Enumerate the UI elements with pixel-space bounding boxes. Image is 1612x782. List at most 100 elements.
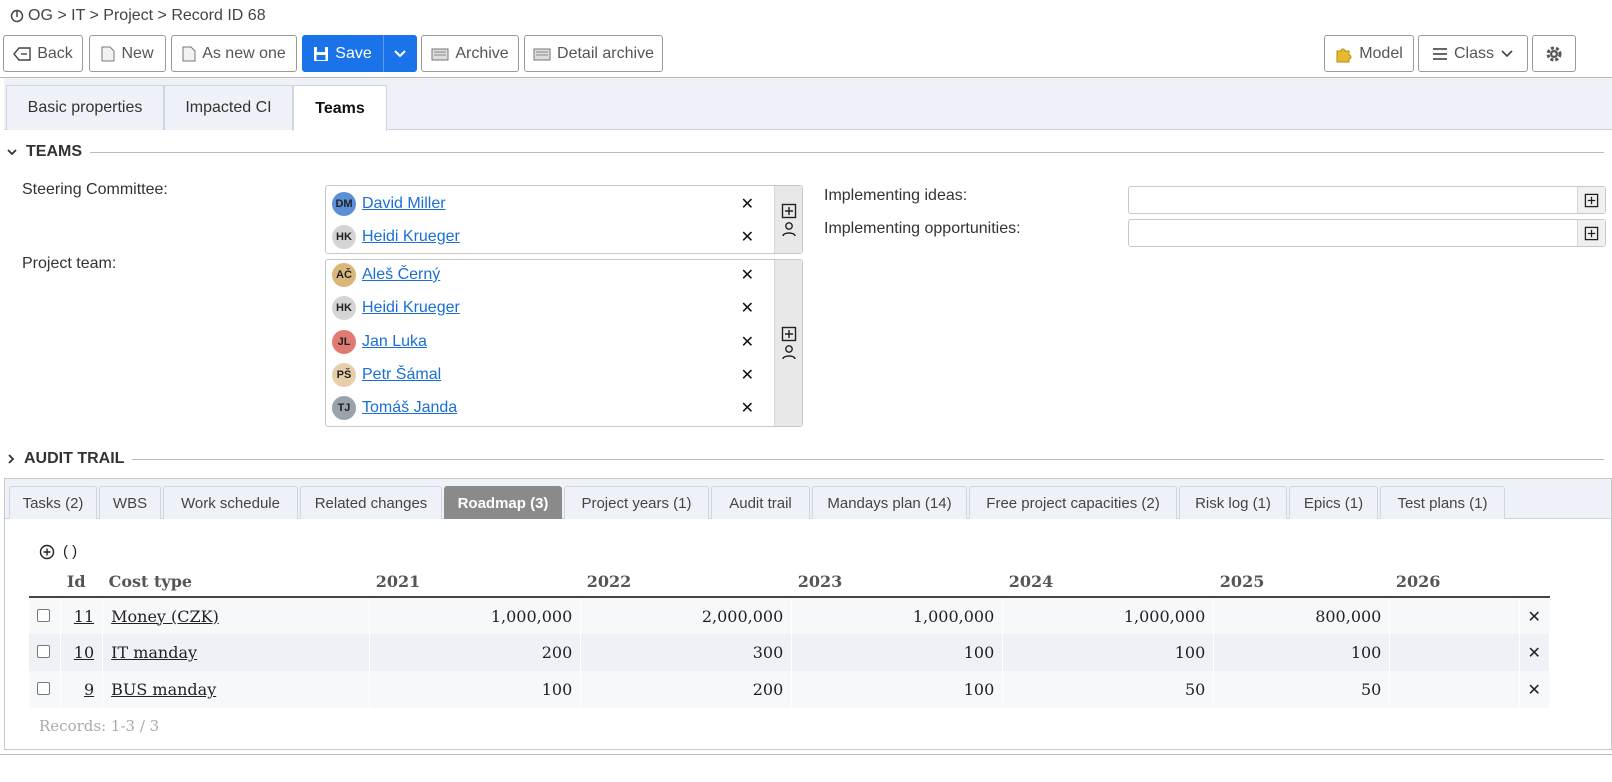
detail-archive-button[interactable]: Detail archive bbox=[524, 35, 663, 72]
remove-icon[interactable]: ✕ bbox=[741, 298, 754, 318]
tab-work-schedule[interactable]: Work schedule bbox=[163, 486, 298, 519]
teams-section-header[interactable]: TEAMS bbox=[6, 143, 1604, 161]
new-button[interactable]: New bbox=[89, 35, 166, 72]
implementing-ideas-field[interactable] bbox=[1128, 186, 1606, 214]
tab-mandays-plan[interactable]: Mandays plan (14) bbox=[812, 486, 967, 519]
header-2025[interactable]: 2025 bbox=[1213, 567, 1390, 598]
avatar: HK bbox=[332, 296, 356, 320]
save-button[interactable]: Save bbox=[302, 35, 383, 72]
remove-icon[interactable]: ✕ bbox=[741, 194, 754, 214]
tab-roadmap[interactable]: Roadmap (3) bbox=[444, 486, 562, 519]
records-count: Records: 1-3 / 3 bbox=[39, 717, 160, 735]
settings-button[interactable] bbox=[1532, 35, 1576, 72]
header-2021[interactable]: 2021 bbox=[369, 567, 581, 598]
bottom-divider bbox=[0, 754, 1612, 755]
audit-trail-section-header[interactable]: AUDIT TRAIL bbox=[6, 450, 1604, 468]
row-delete-icon[interactable]: ✕ bbox=[1519, 634, 1550, 671]
cell-2023: 100 bbox=[791, 671, 1004, 708]
user-icon[interactable] bbox=[781, 221, 797, 237]
row-delete-icon[interactable]: ✕ bbox=[1519, 671, 1550, 708]
class-button[interactable]: Class bbox=[1418, 35, 1528, 72]
tab-project-years[interactable]: Project years (1) bbox=[564, 486, 709, 519]
table-row[interactable]: 11 Money (CZK) 1,000,000 2,000,000 1,000… bbox=[29, 597, 1550, 634]
add-icon bbox=[1584, 226, 1599, 240]
add-opportunity-button[interactable] bbox=[1577, 220, 1605, 246]
add-idea-button[interactable] bbox=[1577, 187, 1605, 213]
implementing-opportunities-label: Implementing opportunities: bbox=[824, 220, 1021, 237]
user-link[interactable]: Tomáš Janda bbox=[362, 399, 457, 417]
row-select[interactable] bbox=[29, 597, 62, 634]
user-link[interactable]: Heidi Krueger bbox=[362, 228, 460, 246]
header-2023[interactable]: 2023 bbox=[791, 567, 1003, 598]
user-link[interactable]: Aleš Černý bbox=[362, 266, 440, 284]
table-row[interactable]: 9 BUS manday 100 200 100 50 50 ✕ bbox=[29, 671, 1550, 708]
tab-basic-properties[interactable]: Basic properties bbox=[6, 85, 164, 130]
user-link[interactable]: Jan Luka bbox=[362, 333, 427, 351]
header-id[interactable]: Id bbox=[60, 567, 103, 598]
row-checkbox[interactable] bbox=[37, 645, 50, 658]
row-id[interactable]: 9 bbox=[60, 671, 104, 708]
row-cost-type[interactable]: Money (CZK) bbox=[102, 597, 371, 634]
tab-free-project-capacities[interactable]: Free project capacities (2) bbox=[969, 486, 1177, 519]
user-link[interactable]: Heidi Krueger bbox=[362, 299, 460, 317]
user-row: HK Heidi Krueger ✕ bbox=[332, 293, 762, 323]
row-checkbox[interactable] bbox=[37, 682, 50, 695]
tab-teams[interactable]: Teams bbox=[293, 85, 387, 131]
audit-trail-section-title: AUDIT TRAIL bbox=[24, 450, 125, 467]
remove-icon[interactable]: ✕ bbox=[741, 265, 754, 285]
add-icon[interactable] bbox=[781, 203, 797, 219]
breadcrumb[interactable]: OG > IT > Project > Record ID 68 bbox=[10, 7, 266, 25]
back-label: Back bbox=[37, 44, 73, 62]
user-link[interactable]: David Miller bbox=[362, 195, 446, 213]
menu-icon bbox=[1432, 47, 1447, 60]
project-team-actions bbox=[774, 260, 802, 426]
user-row: AČ Aleš Černý ✕ bbox=[332, 260, 762, 290]
row-cost-type[interactable]: IT manday bbox=[102, 634, 371, 671]
project-team-box: AČ Aleš Černý ✕ HK Heidi Krueger ✕ JL Ja… bbox=[325, 259, 803, 427]
tab-related-changes[interactable]: Related changes bbox=[300, 486, 442, 519]
avatar: DM bbox=[332, 192, 356, 216]
implementing-opportunities-field[interactable] bbox=[1128, 219, 1606, 247]
header-2022[interactable]: 2022 bbox=[580, 567, 792, 598]
header-2024[interactable]: 2024 bbox=[1002, 567, 1214, 598]
tab-epics[interactable]: Epics (1) bbox=[1289, 486, 1378, 519]
tab-tasks[interactable]: Tasks (2) bbox=[9, 486, 97, 519]
grid-add-label[interactable]: ( ) bbox=[63, 543, 77, 560]
header-2026[interactable]: 2026 bbox=[1389, 567, 1519, 598]
chevron-down-icon bbox=[1501, 49, 1513, 57]
back-button[interactable]: Back bbox=[3, 35, 83, 72]
tab-test-plans[interactable]: Test plans (1) bbox=[1380, 486, 1505, 519]
remove-icon[interactable]: ✕ bbox=[741, 398, 754, 418]
row-delete-icon[interactable]: ✕ bbox=[1519, 597, 1550, 634]
user-icon[interactable] bbox=[781, 344, 797, 360]
cell-2023: 100 bbox=[791, 634, 1004, 671]
remove-icon[interactable]: ✕ bbox=[741, 332, 754, 352]
section-divider bbox=[90, 151, 1604, 153]
model-button[interactable]: Model bbox=[1324, 35, 1414, 72]
tab-audit-trail[interactable]: Audit trail bbox=[711, 486, 810, 519]
row-id[interactable]: 10 bbox=[60, 634, 104, 671]
user-link[interactable]: Petr Šámal bbox=[362, 366, 441, 384]
row-id[interactable]: 11 bbox=[60, 597, 104, 634]
user-row: DM David Miller ✕ bbox=[332, 189, 762, 219]
row-select[interactable] bbox=[29, 634, 62, 671]
header-cost-type[interactable]: Cost type bbox=[102, 567, 370, 598]
as-new-one-button[interactable]: As new one bbox=[171, 35, 297, 72]
row-select[interactable] bbox=[29, 671, 62, 708]
steering-committee-label: Steering Committee: bbox=[22, 181, 168, 198]
add-circle-icon[interactable] bbox=[39, 544, 55, 560]
remove-icon[interactable]: ✕ bbox=[741, 227, 754, 247]
row-cost-type[interactable]: BUS manday bbox=[102, 671, 371, 708]
tab-impacted-ci[interactable]: Impacted CI bbox=[164, 85, 293, 130]
add-icon[interactable] bbox=[781, 326, 797, 342]
tab-wbs[interactable]: WBS bbox=[99, 486, 161, 519]
breadcrumb-path[interactable]: OG > IT > Project > Record ID 68 bbox=[28, 7, 266, 25]
table-row[interactable]: 10 IT manday 200 300 100 100 100 ✕ bbox=[29, 634, 1550, 671]
row-checkbox[interactable] bbox=[37, 608, 50, 622]
cell-2025: 100 bbox=[1213, 634, 1391, 671]
section-divider bbox=[132, 458, 1604, 460]
archive-button[interactable]: Archive bbox=[421, 35, 519, 72]
save-dropdown-button[interactable] bbox=[383, 35, 417, 72]
remove-icon[interactable]: ✕ bbox=[741, 365, 754, 385]
tab-risk-log[interactable]: Risk log (1) bbox=[1179, 486, 1287, 519]
